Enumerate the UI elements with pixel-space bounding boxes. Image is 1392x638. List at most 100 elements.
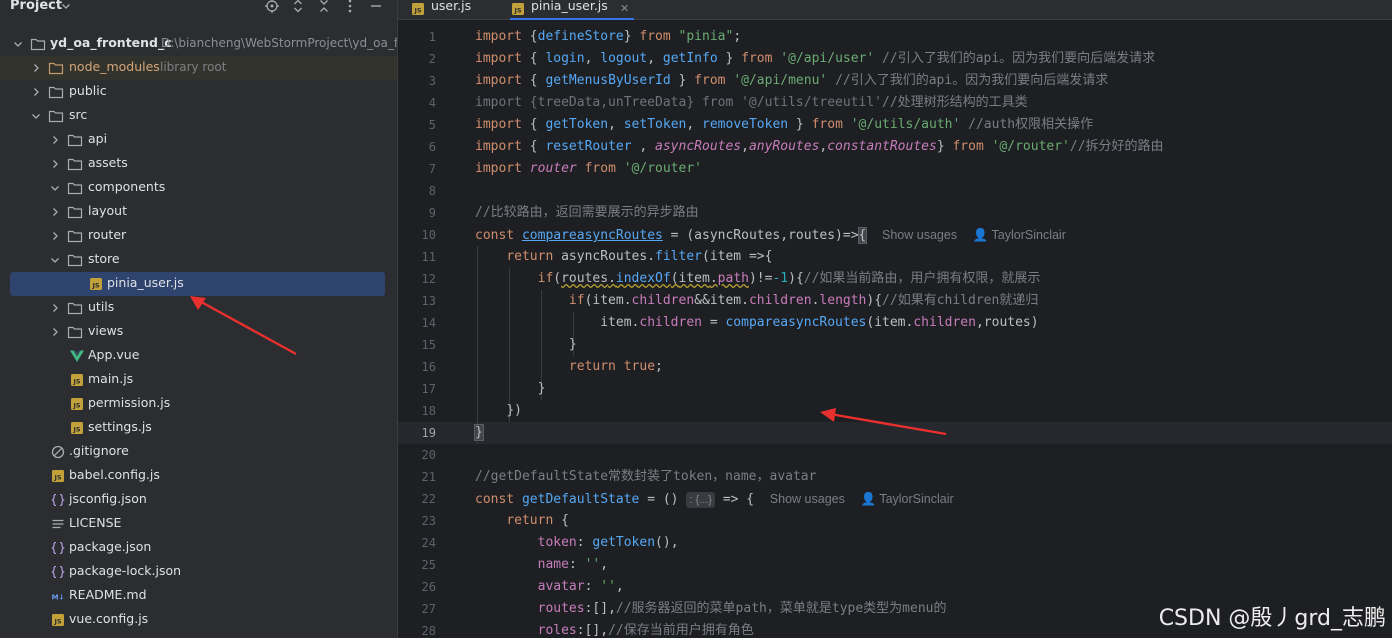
chevron-down-icon[interactable] [30,110,42,122]
tree-item-public[interactable]: public [0,80,397,104]
show-usages-hint[interactable]: Show usages [882,228,957,242]
code-editor[interactable]: JS user.js JS pinia_user.js ✕ 1 2 3 4 5 … [397,0,1392,638]
tree-item-views[interactable]: views [0,320,397,344]
code-line-27: routes:[],//服务器返回的菜单path，菜单就是type类型为menu… [537,601,947,616]
tree-label: layout [88,203,128,218]
folder-icon [48,62,64,75]
tree-item-pinia-user-js[interactable]: JS pinia_user.js [10,272,385,296]
locate-file-icon[interactable] [264,0,280,14]
tree-label: settings.js [88,419,152,434]
json-file-icon [51,541,65,555]
code-line-4: import {treeData,unTreeData} from '@/uti… [475,95,1028,110]
line-number: 1 [428,30,436,44]
expand-all-icon[interactable] [290,0,306,14]
line-number: 8 [428,184,436,198]
tree-item-license[interactable]: LICENSE [0,512,397,536]
chevron-right-icon[interactable] [49,230,61,242]
chevron-down-icon[interactable] [60,0,72,12]
folder-icon [67,206,83,219]
chevron-right-icon[interactable] [49,134,61,146]
text-file-icon [52,519,64,529]
code-line-5: import { getToken, setToken, removeToken… [475,117,1094,132]
line-number: 28 [421,624,436,638]
tree-label: components [88,179,166,194]
code-area[interactable]: import {defineStore} from "pinia"; impor… [474,26,1392,638]
code-line-1: import {defineStore} from "pinia"; [475,29,742,44]
line-number: 21 [421,470,436,484]
chevron-right-icon[interactable] [49,158,61,170]
show-usages-hint[interactable]: Show usages [770,492,845,506]
folder-icon [67,254,83,267]
tree-item-layout[interactable]: layout [0,200,397,224]
tab-pinia-user-js[interactable]: JS pinia_user.js ✕ [510,0,634,20]
chevron-down-icon[interactable] [49,254,61,266]
tree-label: vue.config.js [69,611,149,626]
line-number: 3 [428,74,436,88]
tree-item-utils[interactable]: utils [0,296,397,320]
svg-text:JS: JS [72,426,80,434]
tree-item-src[interactable]: src [0,104,397,128]
code-line-6: import { resetRouter , asyncRoutes,anyRo… [475,139,1164,154]
csdn-watermark: CSDN @殷丿grd_志鹏 [1158,606,1386,631]
code-line-16: return true; [568,359,663,374]
line-number: 18 [421,404,436,418]
params-hint[interactable]: : {...} [686,492,715,508]
line-number: 6 [428,140,436,154]
code-line-23: return { [506,513,569,528]
line-number: 23 [421,514,436,528]
svg-text:JS: JS [53,618,61,626]
collapse-all-icon[interactable] [316,0,332,14]
tree-item-api[interactable]: api [0,128,397,152]
chevron-right-icon[interactable] [49,206,61,218]
tab-user-js[interactable]: JS user.js [410,0,500,20]
code-line-9: //比较路由，返回需要展示的异步路由 [475,205,699,220]
project-tool-window: Project yd_oa_frontend_c D:\biancheng\We… [0,0,397,638]
tree-item-permission-js[interactable]: JS permission.js [0,392,397,416]
folder-icon [48,110,64,123]
code-line-7: import router from '@/router' [475,161,703,176]
code-line-28: roles:[],//保存当前用户拥有角色 [537,623,754,638]
svg-text:JS: JS [513,7,521,15]
javascript-file-icon: JS [71,374,83,386]
author-hint[interactable]: 👤 TaylorSinclair [973,228,1066,242]
folder-icon [48,86,64,99]
tree-item-router[interactable]: router [0,224,397,248]
tree-item-node-modules[interactable]: node_modules library root [0,56,397,80]
tree-item-store[interactable]: store [0,248,397,272]
tree-item-settings-js[interactable]: JS settings.js [0,416,397,440]
svg-text:JS: JS [72,378,80,386]
tree-item-babel-config[interactable]: JS babel.config.js [0,464,397,488]
minimize-icon[interactable] [368,0,384,14]
project-title[interactable]: Project [10,0,62,13]
tree-item-assets[interactable]: assets [0,152,397,176]
tree-item-jsconfig[interactable]: jsconfig.json [0,488,397,512]
tree-item-main-js[interactable]: JS main.js [0,368,397,392]
more-options-icon[interactable] [342,0,358,14]
chevron-down-icon[interactable] [12,38,24,50]
svg-text:JS: JS [413,7,421,15]
tree-item-readme[interactable]: M↓ README.md [0,584,397,608]
chevron-down-icon[interactable] [49,182,61,194]
tree-item-package-lock[interactable]: package-lock.json [0,560,397,584]
code-line-3: import { getMenusByUserId } from '@/api/… [475,73,1109,88]
tree-item-components[interactable]: components [0,176,397,200]
tree-item-package-json[interactable]: package.json [0,536,397,560]
chevron-right-icon[interactable] [49,302,61,314]
code-line-26: avatar: '', [537,579,624,594]
javascript-file-icon: JS [71,398,83,410]
vue-file-icon [70,350,84,362]
chevron-right-icon[interactable] [30,62,42,74]
code-line-11: return asyncRoutes.filter(item =>{ [506,249,773,264]
tree-item-gitignore[interactable]: .gitignore [0,440,397,464]
tree-item-vue-config[interactable]: JS vue.config.js [0,608,397,632]
tree-item-app-vue[interactable]: App.vue [0,344,397,368]
tree-item-root[interactable]: yd_oa_frontend_c D:\biancheng\WebStormPr… [0,32,397,56]
tree-label: LICENSE [69,515,122,530]
line-number: 2 [428,52,436,66]
tree-label: public [69,83,107,98]
chevron-right-icon[interactable] [49,326,61,338]
close-tab-icon[interactable]: ✕ [620,2,629,15]
author-hint[interactable]: 👤 TaylorSinclair [861,492,954,506]
line-number: 27 [421,602,436,616]
chevron-right-icon[interactable] [30,86,42,98]
